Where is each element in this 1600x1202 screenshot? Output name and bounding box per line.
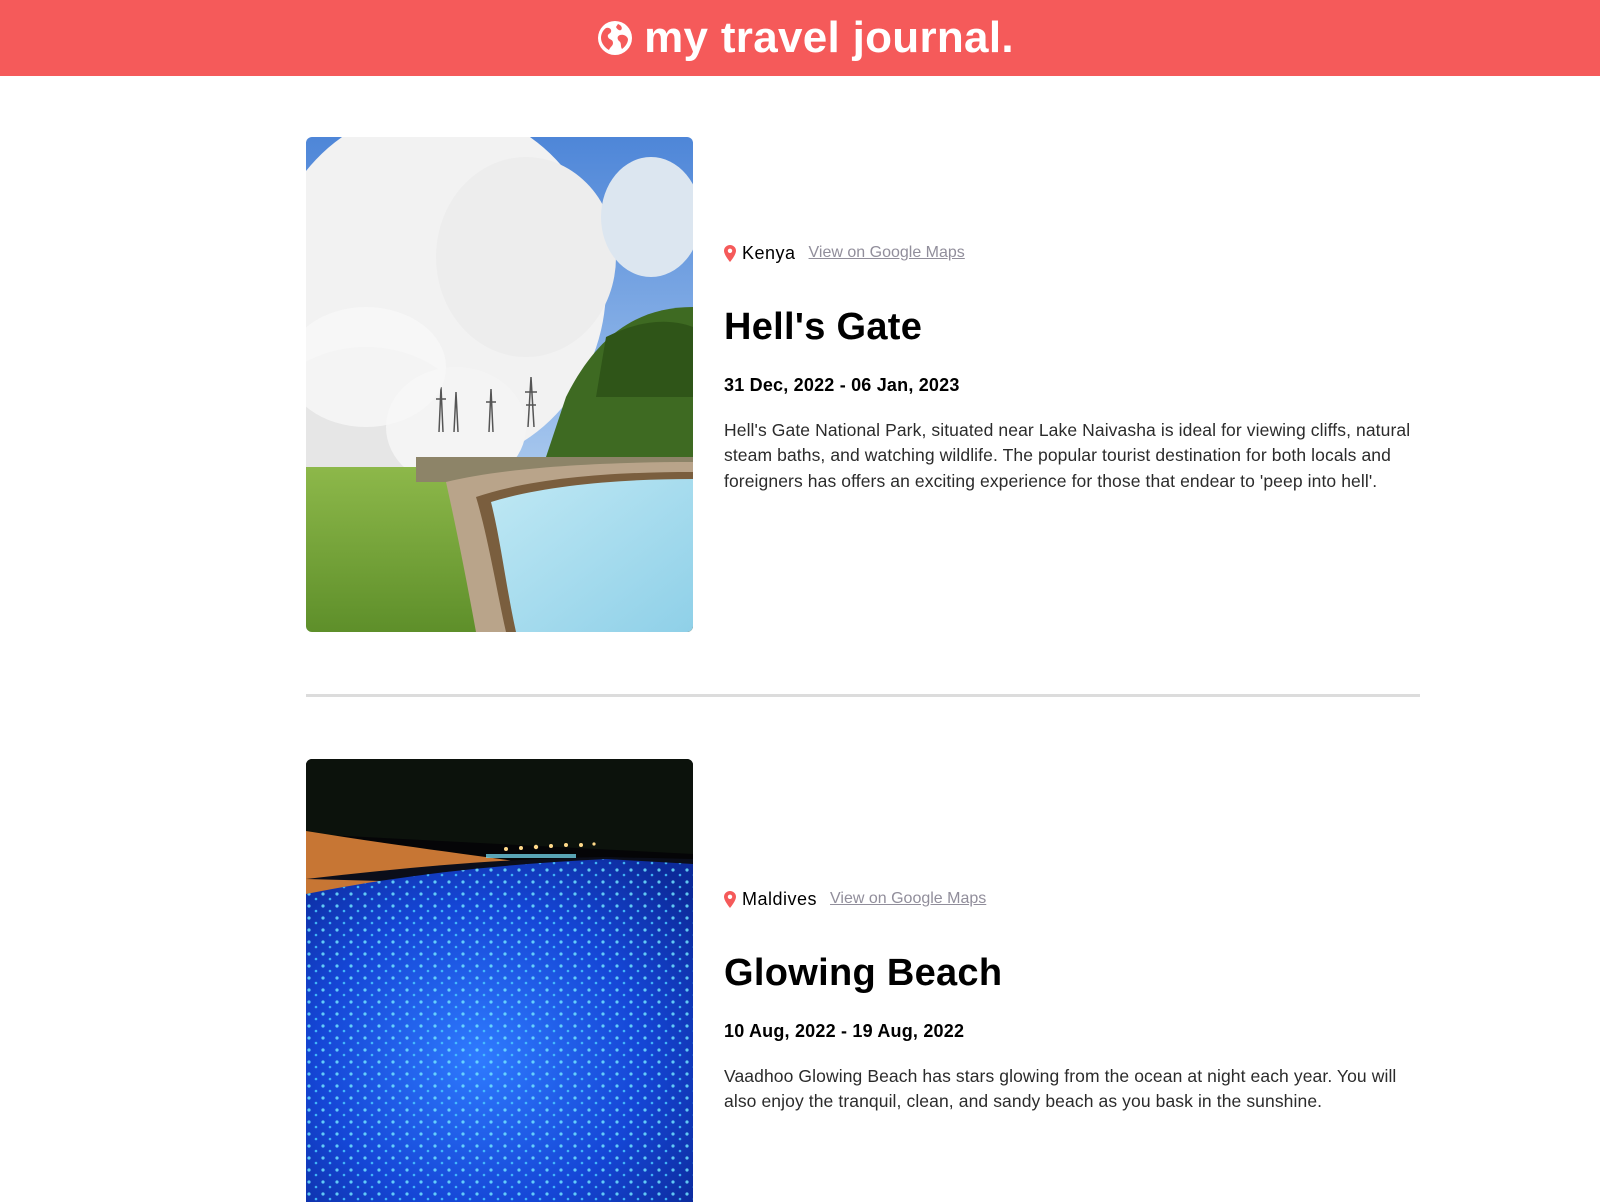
journal-entry: Maldives View on Google Maps Glowing Bea… <box>306 759 1420 1202</box>
location-row: Maldives View on Google Maps <box>724 887 1420 911</box>
entry-divider <box>306 694 1420 697</box>
app-header: my travel journal. <box>0 0 1600 76</box>
entry-title: Glowing Beach <box>724 952 1003 994</box>
entry-description: Vaadhoo Glowing Beach has stars glowing … <box>724 1065 1397 1112</box>
entry-dates: 10 Aug, 2022 - 19 Aug, 2022 <box>724 1020 965 1041</box>
google-maps-link[interactable]: View on Google Maps <box>809 244 965 262</box>
entry-info: Kenya View on Google Maps Hell's Gate 31… <box>724 241 1420 494</box>
location-pin-icon <box>724 244 736 262</box>
location-pin-icon <box>724 890 736 908</box>
app-title: my travel journal. <box>644 13 1014 62</box>
google-maps-link[interactable]: View on Google Maps <box>830 890 986 908</box>
location-country: Maldives <box>742 888 818 909</box>
entry-title: Hell's Gate <box>724 306 923 348</box>
journal-entry: Kenya View on Google Maps Hell's Gate 31… <box>306 137 1420 632</box>
globe-icon <box>598 21 633 55</box>
entry-photo <box>306 137 693 632</box>
header-brand: my travel journal. <box>596 13 1014 63</box>
location-country: Kenya <box>742 242 796 263</box>
entry-info: Maldives View on Google Maps Glowing Bea… <box>724 887 1420 1115</box>
entry-photo <box>306 759 693 1202</box>
entry-description: Hell's Gate National Park, situated near… <box>724 419 1411 491</box>
entry-dates: 31 Dec, 2022 - 06 Jan, 2023 <box>724 374 960 395</box>
location-row: Kenya View on Google Maps <box>724 241 1420 265</box>
